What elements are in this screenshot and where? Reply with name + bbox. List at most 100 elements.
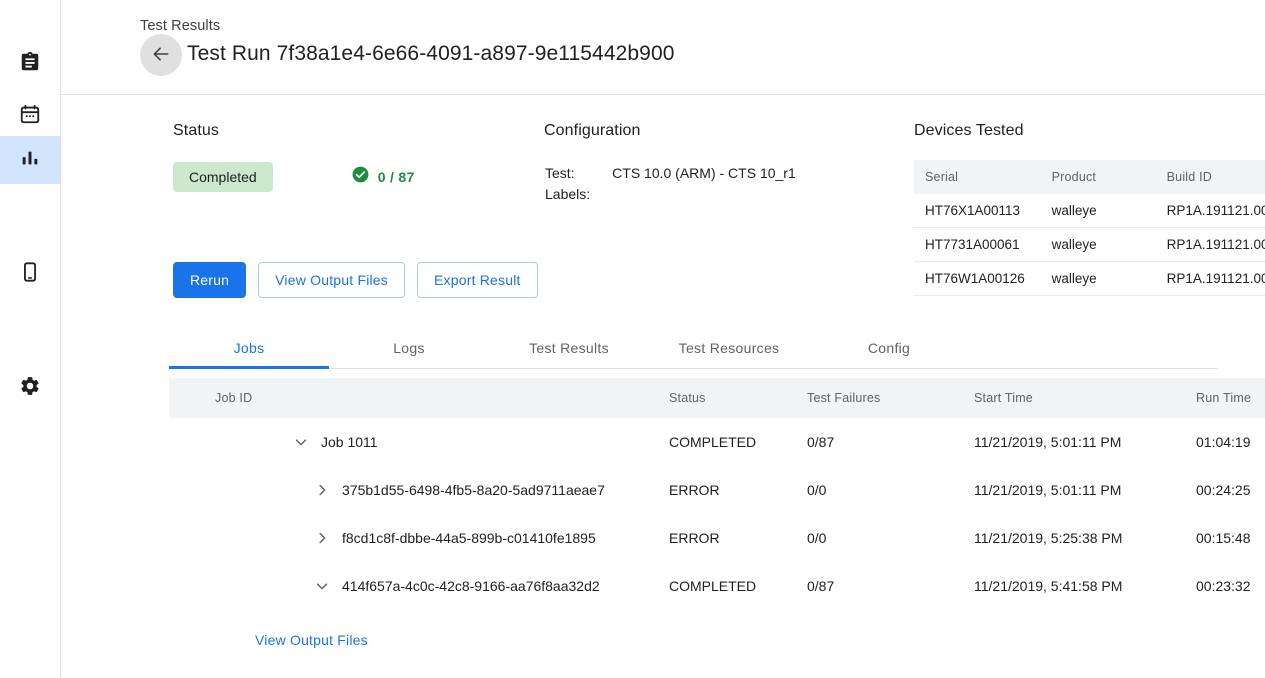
sidebar <box>0 0 61 678</box>
job-id-label: f8cd1c8f-dbbe-44a5-899b-c01410fe1895 <box>342 530 596 546</box>
table-row[interactable]: HT76X1A00113 walleye RP1A.191121.001 <box>914 194 1265 228</box>
export-result-button[interactable]: Export Result <box>417 262 538 298</box>
jobs-table-header-row: Job ID Status Test Failures Start Time R… <box>169 378 1265 418</box>
job-id-cell: Job 1011 <box>169 418 669 466</box>
calendar-icon <box>19 103 41 130</box>
config-key: Test: <box>545 163 612 184</box>
pass-count-label: 0 / 87 <box>378 169 415 185</box>
jobs-table-wrapper: Job ID Status Test Failures Start Time R… <box>169 378 1265 610</box>
config-key: Labels: <box>545 184 612 205</box>
jobs-col-start-time: Start Time <box>974 378 1196 418</box>
status-section-title: Status <box>173 122 219 140</box>
tab-jobs[interactable]: Jobs <box>169 327 329 368</box>
devices-table: Serial Product Build ID HT76X1A00113 wal… <box>914 160 1265 296</box>
clipboard-icon <box>19 51 41 78</box>
main-content: Test Results Test Run 7f38a1e4-6e66-4091… <box>61 0 1265 678</box>
device-product: walleye <box>1052 228 1167 262</box>
tab-bar: Jobs Logs Test Results Test Resources Co… <box>169 327 1218 369</box>
table-row[interactable]: 375b1d55-6498-4fb5-8a20-5ad9711aeae7 ERR… <box>169 466 1265 514</box>
devices-section-title: Devices Tested <box>914 122 1024 140</box>
table-row[interactable]: f8cd1c8f-dbbe-44a5-899b-c01410fe1895 ERR… <box>169 514 1265 562</box>
job-failures: 0/87 <box>807 562 974 610</box>
view-output-files-button[interactable]: View Output Files <box>258 262 405 298</box>
devices-col-serial: Serial <box>914 160 1052 194</box>
jobs-col-job-id: Job ID <box>169 378 669 418</box>
chevron-right-icon[interactable] <box>310 478 334 502</box>
jobs-col-run-time: Run Time <box>1196 378 1265 418</box>
check-circle-icon <box>351 165 370 189</box>
job-start-time: 11/21/2019, 5:25:38 PM <box>974 514 1196 562</box>
sidebar-item-devices[interactable] <box>0 250 60 298</box>
action-buttons: Rerun View Output Files Export Result <box>173 262 538 298</box>
job-run-time: 00:24:25 <box>1196 466 1265 514</box>
device-serial: HT76X1A00113 <box>914 194 1052 228</box>
device-product: walleye <box>1052 262 1167 296</box>
job-failures: 0/87 <box>807 418 974 466</box>
job-run-time: 01:04:19 <box>1196 418 1265 466</box>
job-id-label: Job 1011 <box>321 434 378 450</box>
device-build: RP1A.191121.001 <box>1167 262 1265 296</box>
job-start-time: 11/21/2019, 5:01:11 PM <box>974 466 1196 514</box>
job-id-cell: 375b1d55-6498-4fb5-8a20-5ad9711aeae7 <box>169 466 669 514</box>
breadcrumb[interactable]: Test Results <box>140 18 220 34</box>
job-status: COMPLETED <box>669 418 807 466</box>
table-row[interactable]: HT76W1A00126 walleye RP1A.191121.001 <box>914 262 1265 296</box>
devices-col-product: Product <box>1052 160 1167 194</box>
configuration-section-title: Configuration <box>544 122 640 140</box>
sidebar-item-test-suites[interactable] <box>0 40 60 88</box>
status-badge: Completed <box>173 162 273 192</box>
job-failures: 0/0 <box>807 466 974 514</box>
sidebar-item-test-plans[interactable] <box>0 92 60 140</box>
config-value <box>612 184 796 205</box>
back-button[interactable] <box>140 34 182 76</box>
device-build: RP1A.191121.001 <box>1167 194 1265 228</box>
config-value: CTS 10.0 (ARM) - CTS 10_r1 <box>612 163 796 184</box>
chevron-down-icon[interactable] <box>289 430 313 454</box>
device-build: RP1A.191121.001 <box>1167 228 1265 262</box>
app-root: Test Results Test Run 7f38a1e4-6e66-4091… <box>0 0 1265 678</box>
arrow-left-icon <box>151 44 171 67</box>
rerun-button[interactable]: Rerun <box>173 262 246 298</box>
chevron-down-icon[interactable] <box>310 574 334 598</box>
tab-config[interactable]: Config <box>809 327 969 368</box>
device-serial: HT76W1A00126 <box>914 262 1052 296</box>
jobs-col-status: Status <box>669 378 807 418</box>
table-row[interactable]: HT7731A00061 walleye RP1A.191121.001 <box>914 228 1265 262</box>
bar-chart-icon <box>19 147 41 174</box>
tab-logs[interactable]: Logs <box>329 327 489 368</box>
job-run-time: 00:23:32 <box>1196 562 1265 610</box>
pass-count-group: 0 / 87 <box>351 165 415 189</box>
job-start-time: 11/21/2019, 5:41:58 PM <box>974 562 1196 610</box>
config-row: Test: CTS 10.0 (ARM) - CTS 10_r1 <box>545 163 796 184</box>
devices-col-build: Build ID <box>1167 160 1265 194</box>
gear-icon <box>19 375 41 402</box>
job-id-label: 414f657a-4c0c-42c8-9166-aa76f8aa32d2 <box>342 578 600 594</box>
job-start-time: 11/21/2019, 5:01:11 PM <box>974 418 1196 466</box>
chevron-right-icon[interactable] <box>310 526 334 550</box>
tab-test-resources[interactable]: Test Resources <box>649 327 809 368</box>
config-row: Labels: <box>545 184 796 205</box>
status-summary: Completed 0 / 87 <box>173 162 415 192</box>
table-row[interactable]: 414f657a-4c0c-42c8-9166-aa76f8aa32d2 COM… <box>169 562 1265 610</box>
page-title: Test Run 7f38a1e4-6e66-4091-a897-9e11544… <box>187 42 675 66</box>
page-header: Test Results Test Run 7f38a1e4-6e66-4091… <box>61 0 1265 95</box>
sidebar-item-settings[interactable] <box>0 364 60 412</box>
jobs-table: Job ID Status Test Failures Start Time R… <box>169 378 1265 610</box>
device-icon <box>19 261 41 288</box>
job-status: ERROR <box>669 514 807 562</box>
devices-table-header-row: Serial Product Build ID <box>914 160 1265 194</box>
device-serial: HT7731A00061 <box>914 228 1052 262</box>
job-status: ERROR <box>669 466 807 514</box>
tab-test-results[interactable]: Test Results <box>489 327 649 368</box>
job-run-time: 00:15:48 <box>1196 514 1265 562</box>
job-status: COMPLETED <box>669 562 807 610</box>
device-product: walleye <box>1052 194 1167 228</box>
job-failures: 0/0 <box>807 514 974 562</box>
job-id-cell: f8cd1c8f-dbbe-44a5-899b-c01410fe1895 <box>169 514 669 562</box>
job-id-cell: 414f657a-4c0c-42c8-9166-aa76f8aa32d2 <box>169 562 669 610</box>
table-row[interactable]: Job 1011 COMPLETED 0/87 11/21/2019, 5:01… <box>169 418 1265 466</box>
jobs-col-test-failures: Test Failures <box>807 378 974 418</box>
view-output-files-link[interactable]: View Output Files <box>255 632 368 648</box>
job-id-label: 375b1d55-6498-4fb5-8a20-5ad9711aeae7 <box>342 482 605 498</box>
sidebar-item-test-results[interactable] <box>0 136 60 184</box>
